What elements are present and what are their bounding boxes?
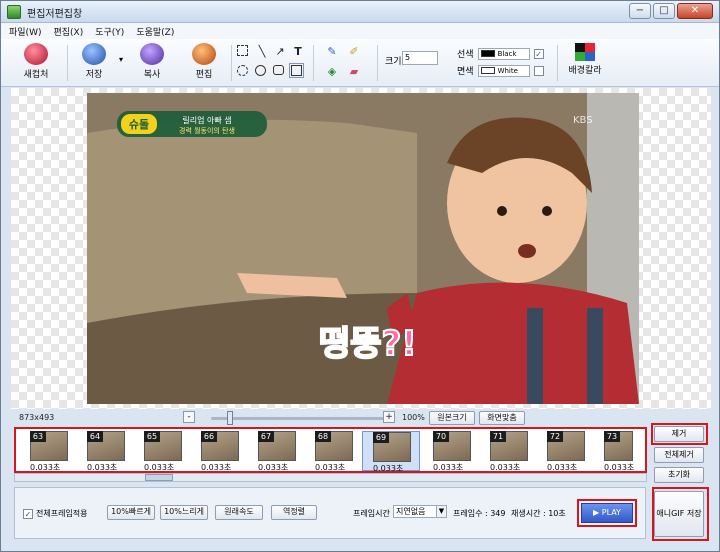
pen-tools: ✎ ✐ ◈ ▰ [321, 43, 369, 83]
broadcaster-logo: KBS [573, 115, 593, 126]
fill-color-checkbox[interactable] [533, 65, 544, 76]
fill-icon[interactable]: ◈ [325, 65, 339, 79]
save-button[interactable]: 저장 [73, 43, 115, 83]
line-color-swatch [480, 50, 495, 57]
fit-screen-button[interactable]: 화면맞춤 [479, 411, 525, 425]
minimize-button[interactable]: − [629, 3, 651, 19]
save-icon [82, 43, 106, 65]
status-row: 873x493 - + 100% 원본크기 화면맞춤 [11, 411, 711, 427]
menu-help[interactable]: 도움말(Z) [136, 25, 174, 38]
frame-item[interactable]: 73 0.033초 [594, 431, 643, 472]
frame-strip: 63 0.033초 64 0.033초 65 0.033초 66 0.033초 … [14, 427, 647, 473]
rect-icon[interactable] [289, 63, 304, 78]
fill-color-select[interactable]: White [477, 64, 530, 77]
zoom-in-button[interactable]: + [383, 411, 395, 423]
brush-icon[interactable]: ✐ [347, 45, 361, 59]
zoom-out-button[interactable]: - [183, 411, 195, 423]
faster-button[interactable]: 10%빠르게 [107, 505, 155, 520]
frame-count: 프레임수 : 349 [453, 509, 506, 518]
image-dimensions: 873x493 [19, 413, 55, 422]
palette-icon [575, 43, 595, 61]
original-size-button[interactable]: 원본크기 [429, 411, 475, 425]
app-window: 편집저편집창 − □ ✕ 파일(W) 편집(X) 도구(Y) 도움말(Z) 새컵… [0, 0, 720, 552]
zoom-slider-thumb[interactable] [227, 411, 233, 425]
play-time: 재생시간 : 10초 [511, 509, 566, 518]
scrollbar-thumb[interactable] [145, 474, 173, 481]
overlay-subtitle-bottom: 경력 월동이의 탄생 [179, 126, 235, 135]
rounded-rect-icon[interactable] [273, 65, 284, 75]
pen-icon[interactable]: ✎ [325, 45, 339, 59]
line-icon[interactable]: ╲ [255, 45, 269, 59]
new-capture-icon [24, 43, 48, 65]
line-color-select[interactable]: Black [477, 47, 530, 60]
menu-bar: 파일(W) 편집(X) 도구(Y) 도움말(Z) [1, 23, 719, 39]
overlay-logo: 슈돌 [129, 118, 149, 131]
shape-tools: ╲ ↗ T [237, 43, 307, 83]
size-input[interactable]: 5 [402, 51, 438, 65]
frame-item[interactable]: 67 0.033초 [248, 431, 298, 472]
save-dropdown-icon[interactable]: ▾ [119, 55, 123, 64]
menu-file[interactable]: 파일(W) [9, 25, 41, 38]
edited-image[interactable]: 슈돌 릴리업 아빠 샘 경력 월동이의 탄생 KBS 떵뚱?! [87, 93, 639, 404]
reverse-button[interactable]: 역정렬 [271, 505, 317, 520]
overlay-subtitle-top: 릴리업 아빠 샘 [182, 115, 231, 125]
play-button[interactable]: ▶ PLAY [581, 503, 633, 523]
caption-text: 떵뚱?! [319, 324, 417, 364]
apply-all-row: ✓ 전체프레임적용 [23, 508, 88, 519]
image-content: 슈돌 릴리업 아빠 샘 경력 월동이의 탄생 KBS 떵뚱?! [87, 93, 639, 404]
remove-frame-button[interactable]: 제거 [654, 426, 704, 442]
frame-item[interactable]: 72 0.033초 [537, 431, 587, 472]
title-bar: 편집저편집창 − □ ✕ [1, 1, 719, 23]
size-label: 크기 [385, 57, 402, 67]
arrow-icon[interactable]: ↗ [273, 45, 287, 59]
frame-time-select[interactable]: 지연없음 ▼ [393, 505, 447, 518]
ellipse-icon[interactable] [255, 65, 266, 76]
zoom-slider-track[interactable] [211, 417, 391, 420]
close-button[interactable]: ✕ [677, 3, 713, 19]
frame-item[interactable]: 66 0.033초 [191, 431, 241, 472]
maximize-button[interactable]: □ [653, 3, 675, 19]
menu-edit[interactable]: 편집(X) [53, 25, 83, 38]
background-color-button[interactable]: 배경칼라 [563, 43, 607, 83]
copy-button[interactable]: 복사 [131, 43, 173, 83]
zoom-level: 100% [402, 413, 425, 422]
copy-icon [140, 43, 164, 65]
slower-button[interactable]: 10%느리게 [160, 505, 208, 520]
apply-all-checkbox[interactable]: ✓ [23, 508, 33, 519]
frame-item[interactable]: 68 0.033초 [305, 431, 355, 472]
remove-all-button[interactable]: 전체제거 [654, 447, 704, 463]
frame-item[interactable]: 70 0.033초 [423, 431, 473, 472]
reset-button[interactable]: 초기화 [654, 467, 704, 483]
frame-scrollbar[interactable] [14, 473, 647, 482]
select-ellipse-icon[interactable] [237, 65, 248, 76]
toolbar: 새컵처 저장 ▾ 복사 편집 ╲ ↗ T ✎ ✐ ◈ ▰ 크기 5 선색 Bla… [1, 39, 719, 87]
chevron-down-icon: ▼ [436, 506, 446, 517]
frame-item-selected[interactable]: 69 0.033초 [362, 431, 420, 473]
window-title: 편집저편집창 [27, 9, 83, 20]
frame-time-label: 프레임시간 [353, 509, 390, 518]
menu-tools[interactable]: 도구(Y) [95, 25, 124, 38]
app-icon [7, 5, 21, 19]
new-capture-button[interactable]: 새컵처 [15, 43, 57, 83]
frame-item[interactable]: 64 0.033초 [77, 431, 127, 472]
edit-icon [192, 43, 216, 65]
frame-item[interactable]: 71 0.033초 [480, 431, 530, 472]
frame-item[interactable]: 65 0.033초 [134, 431, 184, 472]
original-speed-button[interactable]: 원래속도 [215, 505, 263, 520]
eraser-icon[interactable]: ▰ [347, 65, 361, 79]
fill-color-swatch [480, 67, 495, 74]
frame-item[interactable]: 63 0.033초 [20, 431, 70, 472]
select-rect-icon[interactable] [237, 45, 248, 56]
fill-color-row: 면색 White [457, 64, 544, 77]
line-color-row: 선색 Black ✓ [457, 47, 544, 60]
save-gif-button[interactable]: 애니GIF 저장 [654, 491, 704, 537]
edit-button[interactable]: 편집 [183, 43, 225, 83]
line-color-checkbox[interactable]: ✓ [533, 48, 544, 59]
text-icon[interactable]: T [291, 45, 305, 59]
